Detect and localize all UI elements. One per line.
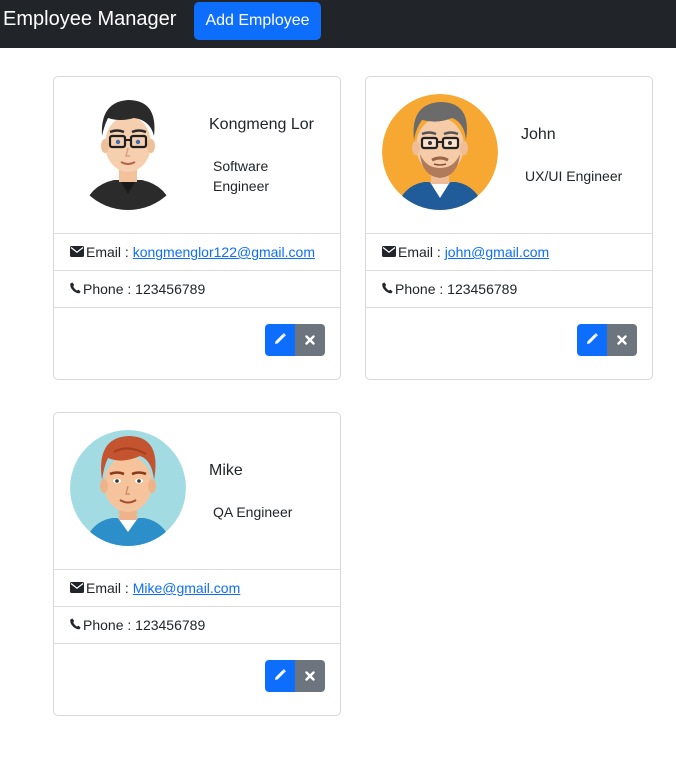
phone-row: Phone : 123456789 [54, 606, 340, 643]
phone-row: Phone : 123456789 [366, 270, 652, 307]
edit-button[interactable] [265, 324, 295, 356]
employee-card: John UX/UI Engineer Email : john@gmail.c… [365, 76, 653, 380]
phone-value: 123456789 [135, 617, 206, 633]
avatar [70, 94, 186, 210]
phone-label: Phone : [395, 281, 448, 297]
employee-title: UX/UI Engineer [525, 168, 623, 184]
employee-card: Mike QA Engineer Email : Mike@gmail.com … [53, 412, 341, 716]
phone-value: 123456789 [447, 281, 518, 297]
employee-card-header: John UX/UI Engineer [366, 77, 652, 233]
email-label: Email : [86, 244, 133, 260]
close-icon [617, 333, 627, 348]
edit-button[interactable] [577, 324, 607, 356]
action-button-group [265, 660, 325, 692]
delete-button[interactable] [295, 660, 325, 692]
close-icon [305, 669, 315, 684]
delete-button[interactable] [295, 324, 325, 356]
employee-name: John [521, 126, 556, 143]
pencil-icon [274, 668, 286, 684]
email-row: Email : Mike@gmail.com [54, 569, 340, 606]
email-link[interactable]: Mike@gmail.com [133, 580, 241, 596]
pencil-icon [586, 332, 598, 348]
phone-label: Phone : [83, 281, 136, 297]
email-row: Email : kongmenglor122@gmail.com [54, 233, 340, 270]
phone-row: Phone : 123456789 [54, 270, 340, 307]
email-label: Email : [398, 244, 445, 260]
phone-icon [70, 271, 81, 307]
navbar: Employee Manager Add Employee [0, 0, 676, 48]
phone-value: 123456789 [135, 281, 206, 297]
phone-label: Phone : [83, 617, 136, 633]
avatar [382, 94, 498, 210]
navbar-brand[interactable]: Employee Manager [3, 6, 176, 32]
avatar [70, 430, 186, 546]
employee-card-header: Kongmeng Lor Software Engineer [54, 77, 340, 233]
employee-name: Mike [209, 462, 243, 479]
envelope-icon [70, 234, 84, 270]
email-link[interactable]: john@gmail.com [445, 244, 549, 260]
employee-name: Kongmeng Lor [209, 116, 314, 133]
actions-row [54, 643, 340, 716]
actions-row [54, 307, 340, 380]
envelope-icon [382, 234, 396, 270]
actions-row [366, 307, 652, 380]
email-link[interactable]: kongmenglor122@gmail.com [133, 244, 315, 260]
email-row: Email : john@gmail.com [366, 233, 652, 270]
employee-card: Kongmeng Lor Software Engineer Email : k… [53, 76, 341, 380]
employee-title: QA Engineer [213, 504, 293, 520]
action-button-group [265, 324, 325, 356]
phone-icon [382, 271, 393, 307]
pencil-icon [274, 332, 286, 348]
employee-title: Software Engineer [213, 158, 270, 194]
delete-button[interactable] [607, 324, 637, 356]
close-icon [305, 333, 315, 348]
action-button-group [577, 324, 637, 356]
edit-button[interactable] [265, 660, 295, 692]
email-label: Email : [86, 580, 133, 596]
phone-icon [70, 607, 81, 643]
envelope-icon [70, 570, 84, 606]
employee-card-header: Mike QA Engineer [54, 413, 340, 569]
add-employee-button[interactable]: Add Employee [194, 2, 321, 40]
